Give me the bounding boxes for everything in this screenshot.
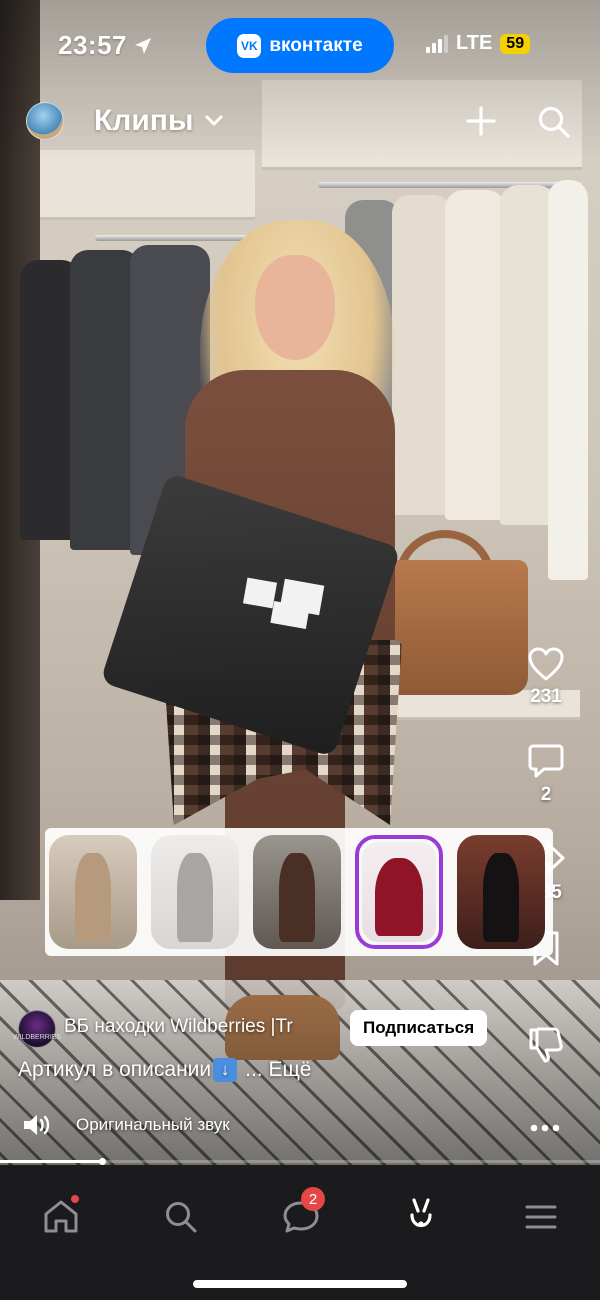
nav-search[interactable] xyxy=(157,1193,205,1241)
nav-clips[interactable] xyxy=(397,1193,445,1241)
product-thumbnail[interactable] xyxy=(253,835,341,949)
nav-messages[interactable]: 2 xyxy=(277,1187,325,1241)
clips-icon xyxy=(410,1198,432,1228)
page-title: Клипы xyxy=(94,104,194,137)
dislike-button[interactable] xyxy=(518,1024,574,1064)
down-arrow-emoji-icon: ↓ xyxy=(213,1058,238,1082)
playback-progress-fill xyxy=(0,1160,102,1163)
product-thumbnail[interactable] xyxy=(457,835,545,949)
network-label: LTE xyxy=(456,32,493,54)
nav-menu[interactable] xyxy=(517,1193,565,1241)
package-label xyxy=(242,577,278,609)
products-carousel[interactable] xyxy=(45,828,553,956)
back-to-vk-pill[interactable]: VK вконтакте xyxy=(206,18,394,73)
thumbs-down-icon xyxy=(529,1027,563,1063)
like-button[interactable]: 231 xyxy=(518,646,574,708)
heart-icon xyxy=(528,647,564,681)
signal-icon xyxy=(426,34,448,53)
chevron-down-icon xyxy=(205,115,223,126)
clip-video[interactable] xyxy=(0,0,600,1165)
product-image xyxy=(49,835,137,949)
coat xyxy=(500,185,555,525)
more-options-button[interactable] xyxy=(530,1108,560,1139)
product-image xyxy=(457,835,545,949)
shelf xyxy=(40,150,255,220)
profile-avatar[interactable] xyxy=(26,102,64,140)
comments-button[interactable]: 2 xyxy=(518,742,574,806)
caption[interactable]: Артикул в описании ↓ ... Ещё xyxy=(18,1058,311,1082)
coat xyxy=(392,195,452,515)
speaker-icon xyxy=(24,1115,50,1135)
sound-row[interactable]: Оригинальный звук xyxy=(22,1112,230,1138)
nav-home[interactable] xyxy=(37,1193,85,1241)
battery-icon: 59 xyxy=(500,33,531,54)
vk-pill-label: вконтакте xyxy=(269,34,363,56)
more-dots-icon xyxy=(530,1124,560,1132)
messages-badge: 2 xyxy=(301,1187,325,1211)
status-time: 23:57 xyxy=(58,30,153,61)
playback-progress[interactable] xyxy=(0,1158,600,1165)
location-arrow-icon xyxy=(135,37,151,54)
product-thumbnail[interactable] xyxy=(151,835,239,949)
product-image xyxy=(253,835,341,949)
product-thumbnail[interactable] xyxy=(49,835,137,949)
like-count: 231 xyxy=(530,686,562,707)
home-icon xyxy=(44,1200,78,1233)
vk-logo-icon: VK xyxy=(237,33,262,58)
person-face xyxy=(255,255,335,360)
clothes-rail xyxy=(95,235,255,241)
time-text: 23:57 xyxy=(58,30,127,60)
model-figure xyxy=(375,858,423,936)
search-icon xyxy=(166,1202,197,1233)
feed-selector[interactable]: Клипы xyxy=(94,104,224,138)
model-figure xyxy=(279,853,315,943)
add-button[interactable] xyxy=(462,102,500,140)
product-image xyxy=(362,842,436,942)
model-figure xyxy=(483,853,519,943)
status-indicators: LTE 59 xyxy=(426,32,531,55)
model-figure xyxy=(177,853,213,943)
comment-icon xyxy=(528,744,564,778)
sound-label: Оригинальный звук xyxy=(76,1115,230,1134)
product-thumbnail-selected[interactable] xyxy=(355,835,443,949)
home-indicator[interactable] xyxy=(193,1280,407,1288)
add-icon xyxy=(466,106,496,136)
search-button[interactable] xyxy=(534,102,574,142)
caption-text: Артикул в описании xyxy=(18,1058,212,1081)
comment-count: 2 xyxy=(540,784,552,805)
coat xyxy=(548,180,588,580)
menu-icon xyxy=(525,1205,557,1229)
subscribe-button[interactable]: Подписаться xyxy=(350,1010,488,1046)
author-avatar-logo: WILDBERRIES xyxy=(12,1034,62,1041)
caption-more-link[interactable]: ... Ещё xyxy=(245,1058,311,1082)
home-notification-dot xyxy=(71,1195,79,1203)
product-image xyxy=(151,835,239,949)
model-figure xyxy=(75,853,111,943)
author-avatar[interactable]: WILDBERRIES xyxy=(13,1010,61,1048)
author-name[interactable]: ВБ находки Wildberries |Tr xyxy=(64,1016,339,1038)
search-icon xyxy=(538,106,570,138)
playback-progress-knob[interactable] xyxy=(99,1158,106,1165)
coat xyxy=(445,190,505,520)
